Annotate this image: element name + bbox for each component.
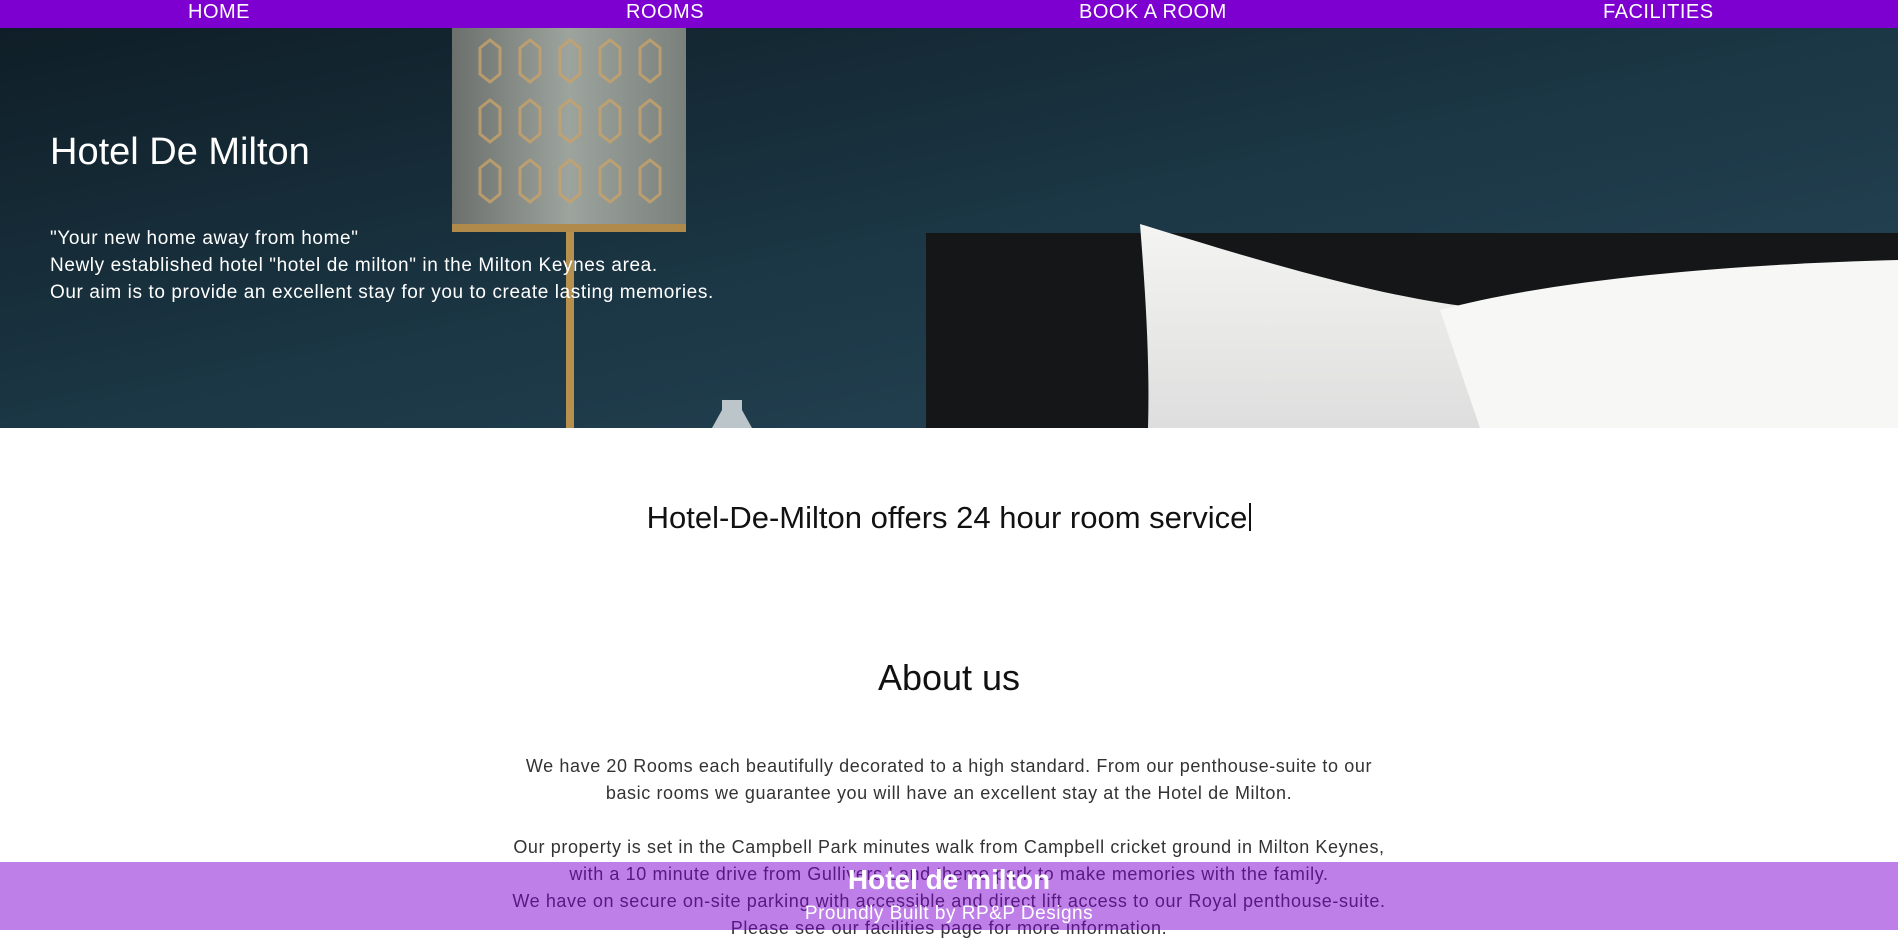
nav-book-a-room-link[interactable]: BOOK A ROOM: [1079, 1, 1227, 24]
nav-home-link[interactable]: HOME: [188, 1, 250, 24]
typing-headline-text: Hotel-De-Milton offers 24 hour room serv…: [646, 500, 1248, 535]
hero-title: Hotel De Milton: [50, 131, 310, 173]
nav-facilities-link[interactable]: FACILITIES: [1603, 1, 1714, 24]
top-nav-bar: HOME ROOMS BOOK A ROOM FACILITIES: [0, 0, 1898, 28]
footer-bar: Hotel de milton Proundly Built by RP&P D…: [0, 862, 1898, 930]
typing-caret: [1249, 503, 1252, 531]
nav-rooms-link[interactable]: ROOMS: [626, 1, 704, 24]
hero-banner: Hotel De Milton "Your new home away from…: [0, 28, 1898, 428]
footer-credit: Proundly Built by RP&P Designs: [804, 903, 1094, 924]
about-paragraph-line: basic rooms we guarantee you will have a…: [605, 783, 1293, 803]
typing-headline: Hotel-De-Milton offers 24 hour room serv…: [0, 500, 1898, 536]
hero-tagline: "Your new home away from home": [50, 228, 359, 249]
footer-title: Hotel de milton: [847, 864, 1051, 895]
about-heading: About us: [877, 657, 1021, 698]
hero-description-line: Newly established hotel "hotel de milton…: [50, 255, 658, 276]
about-paragraph-line: We have 20 Rooms each beautifully decora…: [525, 756, 1373, 776]
about-paragraph-line: Our property is set in the Campbell Park…: [513, 837, 1385, 857]
hero-description-line: Our aim is to provide an excellent stay …: [50, 282, 714, 303]
